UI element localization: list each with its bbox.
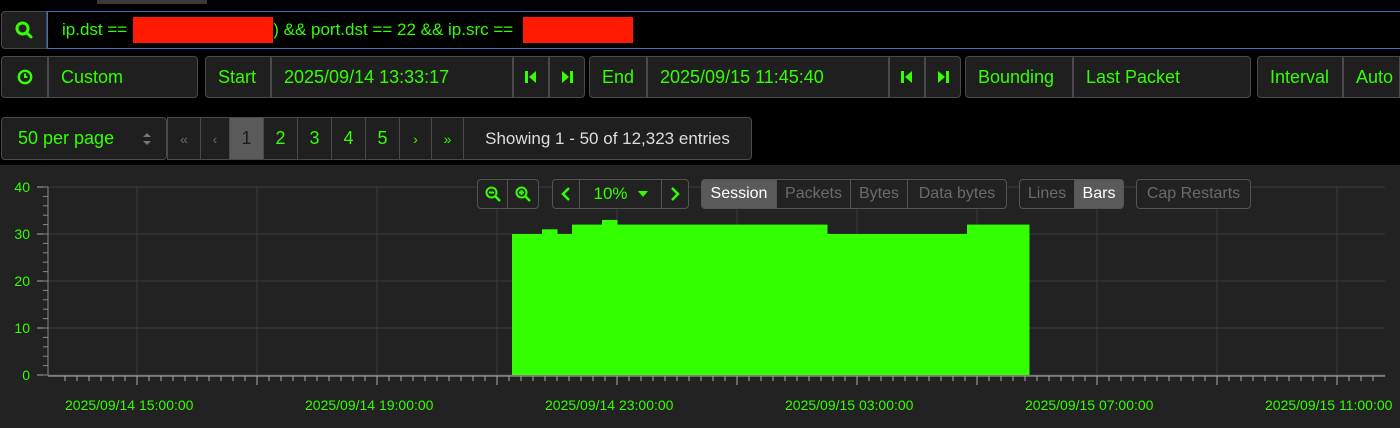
session-bar <box>737 224 768 375</box>
page-4[interactable]: 4 <box>331 117 366 160</box>
start-time-input[interactable]: 2025/09/14 13:33:17 <box>271 56 513 98</box>
search-expression-input[interactable]: ip.dst == ) && port.dst == 22 && ip.src … <box>47 11 1400 49</box>
zoom-percent-value: 10% <box>593 184 628 203</box>
interval-label: Interval <box>1257 56 1343 98</box>
session-bar <box>967 224 988 375</box>
skip-to-end-icon <box>562 71 573 83</box>
style-bars-button[interactable]: Bars <box>1074 179 1124 209</box>
search-icon <box>15 21 33 39</box>
start-last-button[interactable] <box>549 56 585 98</box>
end-first-button[interactable] <box>889 56 925 98</box>
session-bar <box>512 234 528 375</box>
metric-data-bytes-button[interactable]: Data bytes <box>907 179 1007 209</box>
metric-session-button[interactable]: Session <box>701 179 777 209</box>
page-last-button[interactable]: » <box>431 117 464 160</box>
zoom-out-button[interactable] <box>477 179 508 209</box>
search-button[interactable] <box>1 11 47 49</box>
start-time-group: Start 2025/09/14 13:33:17 <box>205 56 585 98</box>
session-bar <box>987 224 1030 375</box>
redacted-ip-dst <box>133 17 274 43</box>
time-range-select[interactable]: Custom <box>48 56 198 98</box>
end-label: End <box>589 56 647 98</box>
query-part-2: ) && port.dst == 22 && ip.src == <box>273 20 514 39</box>
end-last-button[interactable] <box>925 56 961 98</box>
page-prev-button[interactable]: ‹ <box>200 117 230 160</box>
session-bar <box>947 234 968 375</box>
style-lines-button[interactable]: Lines <box>1019 179 1075 209</box>
session-bar <box>587 224 603 375</box>
start-label: Start <box>205 56 271 98</box>
skip-to-end-icon <box>938 71 949 83</box>
x-tick-label: 2025/09/15 07:00:00 <box>1025 397 1154 413</box>
session-bar <box>602 219 618 375</box>
x-tick-label: 2025/09/14 15:00:00 <box>65 397 194 413</box>
y-tick-label: 0 <box>22 367 30 383</box>
chevron-left-icon <box>561 187 570 201</box>
bounding-label: Bounding <box>965 56 1073 98</box>
bounding-select[interactable]: Last Packet <box>1073 56 1251 98</box>
session-bar <box>542 229 558 375</box>
session-bar <box>617 224 648 375</box>
page-1[interactable]: 1 <box>229 117 264 160</box>
session-bar <box>917 234 948 375</box>
y-tick-label: 40 <box>14 179 30 195</box>
end-time-input[interactable]: 2025/09/15 11:45:40 <box>647 56 889 98</box>
page-first-button[interactable]: « <box>167 117 201 160</box>
page-3[interactable]: 3 <box>297 117 332 160</box>
session-bar <box>797 224 828 375</box>
interval-group: Interval Auto <box>1257 56 1400 98</box>
metric-bytes-button[interactable]: Bytes <box>850 179 908 209</box>
skip-to-start-icon <box>901 71 912 83</box>
session-bar <box>647 224 678 375</box>
x-tick-label: 2025/09/15 03:00:00 <box>785 397 914 413</box>
end-time-group: End 2025/09/15 11:45:40 <box>589 56 961 98</box>
chevron-right-icon <box>671 187 680 201</box>
session-bar <box>677 224 708 375</box>
clock-icon <box>17 69 32 85</box>
session-bar <box>557 234 573 375</box>
x-tick-label: 2025/09/14 19:00:00 <box>305 397 434 413</box>
time-range-group: Custom <box>1 56 198 98</box>
cap-restarts-button[interactable]: Cap Restarts <box>1136 179 1251 209</box>
caret-down-icon <box>637 191 648 197</box>
entries-summary: Showing 1 - 50 of 12,323 entries <box>463 117 752 160</box>
page-next-button[interactable]: › <box>399 117 432 160</box>
session-bar <box>857 234 888 375</box>
top-tab-indicator <box>97 0 207 4</box>
per-page-value: 50 per page <box>18 128 115 148</box>
pan-right-button[interactable] <box>661 179 689 209</box>
session-bar <box>572 224 588 375</box>
zoom-out-icon <box>485 186 501 202</box>
session-bar <box>707 224 738 375</box>
zoom-percent-select[interactable]: 10% <box>579 179 662 209</box>
page-5[interactable]: 5 <box>365 117 400 160</box>
session-bar <box>527 234 543 375</box>
query-part-1: ip.dst == <box>62 20 128 39</box>
y-tick-label: 30 <box>14 226 30 242</box>
metric-packets-button[interactable]: Packets <box>776 179 851 209</box>
bounding-group: Bounding Last Packet <box>965 56 1251 98</box>
session-bar <box>827 234 858 375</box>
page-2[interactable]: 2 <box>263 117 298 160</box>
zoom-in-button[interactable] <box>507 179 539 209</box>
y-tick-label: 10 <box>14 320 30 336</box>
pan-left-button[interactable] <box>552 179 580 209</box>
y-tick-label: 20 <box>14 273 30 289</box>
start-first-button[interactable] <box>513 56 549 98</box>
zoom-in-icon <box>515 186 531 202</box>
x-tick-label: 2025/09/14 23:00:00 <box>545 397 674 413</box>
skip-to-start-icon <box>525 71 536 83</box>
session-bar <box>887 234 918 375</box>
x-tick-label: 2025/09/15 11:00:00 <box>1265 397 1393 413</box>
interval-select[interactable]: Auto <box>1343 56 1400 98</box>
select-arrows-icon <box>143 132 151 145</box>
clock-addon <box>1 56 48 98</box>
per-page-select[interactable]: 50 per page <box>1 117 167 160</box>
redacted-ip-src <box>523 17 634 43</box>
session-bar <box>767 224 798 375</box>
